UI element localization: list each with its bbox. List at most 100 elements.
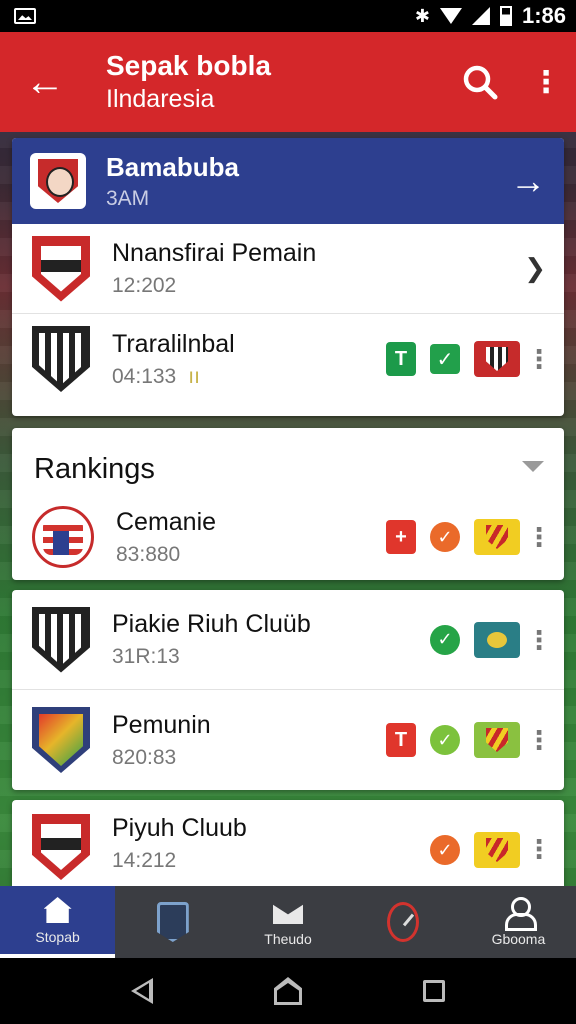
status-time: 1:86 bbox=[521, 3, 566, 28]
nav-item-label: Theudo bbox=[264, 931, 312, 947]
more-vert-icon[interactable]: ⋮ bbox=[526, 524, 552, 550]
nav-item-label: Stopab bbox=[35, 929, 80, 945]
status-badges: ✓ bbox=[430, 621, 520, 658]
nav-item-label: Gbooma bbox=[491, 931, 546, 947]
list-item-time: 820:83 bbox=[112, 745, 177, 769]
list-item-title: Traralilnbal bbox=[112, 329, 235, 358]
arrow-right-icon[interactable]: → bbox=[510, 160, 546, 202]
status-badge: T bbox=[386, 723, 416, 757]
rankings-header[interactable]: Rankings bbox=[12, 428, 564, 494]
club-shield-icon bbox=[32, 606, 90, 673]
list-item[interactable]: Cemanie 83:880 + ✓ ⋮ bbox=[12, 494, 564, 580]
system-back-icon[interactable] bbox=[130, 978, 153, 1004]
bluetooth-icon: ✱ bbox=[414, 5, 430, 26]
nav-item-profile[interactable]: Gbooma bbox=[461, 886, 576, 958]
system-recents-icon[interactable] bbox=[423, 980, 446, 1002]
list-item-extra: ıı bbox=[188, 364, 200, 388]
section-title: Rankings bbox=[34, 453, 155, 485]
club-shield-icon bbox=[32, 707, 90, 773]
more-vert-icon[interactable]: ⋮ bbox=[526, 346, 552, 372]
club-shield-icon bbox=[32, 235, 90, 302]
club-crest-icon bbox=[474, 519, 520, 555]
club-shield-icon bbox=[32, 326, 90, 392]
list-item-text: Piyuh Cluub 14:212 bbox=[90, 814, 430, 873]
wifi-icon bbox=[439, 8, 462, 24]
list-item-title: Piakie Riuh Cluüb bbox=[112, 610, 311, 638]
list-item-text: Pemunin 820:83 bbox=[90, 711, 386, 770]
club-crest-icon bbox=[474, 621, 520, 658]
nav-item-home[interactable]: Stopab bbox=[0, 886, 116, 958]
feed-card-header-text: Bamabuba 3AM bbox=[86, 152, 510, 211]
signal-icon bbox=[471, 7, 490, 25]
club-crest-icon bbox=[474, 341, 520, 377]
list-item-title: Nnansfirai Pemain bbox=[112, 239, 317, 267]
list-item-time: 04:133 bbox=[112, 364, 177, 388]
list-item-time: 12:202 bbox=[112, 274, 177, 297]
app-title: Sepak bobla bbox=[106, 50, 271, 81]
status-badge: T bbox=[386, 342, 416, 376]
system-navigation bbox=[0, 958, 576, 1024]
list-item-title: Pemunin bbox=[112, 710, 211, 739]
check-icon: ✓ bbox=[430, 344, 460, 374]
club-crest-icon bbox=[30, 153, 86, 209]
clubs-card: Piakie Riuh Cluüb 31R:13 ✓ ⋮ Pemunin 820… bbox=[12, 590, 564, 790]
gallery-notification-icon bbox=[14, 8, 36, 24]
club-crest-icon bbox=[474, 722, 520, 758]
nav-item-schedule[interactable] bbox=[346, 886, 461, 958]
list-item-text: Traralilnbal 04:133 ıı bbox=[90, 330, 386, 389]
battery-icon bbox=[499, 6, 512, 26]
list-item[interactable]: Traralilnbal 04:133 ıı T ✓ ⋮ bbox=[12, 314, 564, 404]
list-item-time: 31R:13 bbox=[112, 645, 180, 668]
status-bar: ✱ 1:86 bbox=[0, 0, 576, 32]
club-shield-icon bbox=[32, 814, 90, 880]
search-icon bbox=[463, 65, 498, 100]
person-icon bbox=[503, 897, 538, 931]
badge-icon bbox=[156, 902, 189, 942]
rankings-card: Rankings Cemanie 83:880 + ✓ ⋮ bbox=[12, 428, 564, 580]
list-item-text: Nnansfirai Pemain 12:202 bbox=[90, 239, 524, 298]
app-bar: ← Sepak bobla Ilndaresia ⋮ bbox=[0, 32, 576, 132]
check-icon: ✓ bbox=[430, 624, 460, 655]
overflow-menu-button[interactable]: ⋮ bbox=[516, 32, 576, 132]
more-vert-icon: ⋮ bbox=[531, 65, 561, 99]
status-badge: + bbox=[386, 520, 416, 554]
chevron-right-icon[interactable]: ❯ bbox=[524, 253, 546, 284]
list-item-text: Cemanie 83:880 bbox=[94, 508, 386, 567]
nav-item-messages[interactable]: Theudo bbox=[230, 886, 345, 958]
list-item[interactable]: Pemunin 820:83 T ✓ ⋮ bbox=[12, 690, 564, 790]
back-button[interactable]: ← bbox=[0, 32, 90, 132]
list-item-time: 83:880 bbox=[116, 542, 181, 566]
more-vert-icon[interactable]: ⋮ bbox=[526, 627, 552, 653]
app-subtitle: Ilndaresia bbox=[106, 85, 215, 113]
search-button[interactable] bbox=[444, 32, 516, 132]
feed-card-subtitle: 3AM bbox=[106, 186, 150, 210]
list-item-time: 14:212 bbox=[112, 849, 177, 872]
status-badges: + ✓ bbox=[386, 519, 520, 555]
mail-icon bbox=[273, 904, 303, 924]
system-home-icon[interactable] bbox=[273, 977, 302, 1005]
feed-card-header[interactable]: Bamabuba 3AM → bbox=[12, 138, 564, 224]
status-badges: T ✓ bbox=[386, 341, 520, 377]
caret-down-icon[interactable] bbox=[522, 461, 544, 472]
status-icons: ✱ 1:86 bbox=[415, 3, 566, 29]
list-item[interactable]: Piyuh Cluub 14:212 ✓ ⋮ bbox=[12, 800, 564, 886]
check-icon: ✓ bbox=[430, 835, 460, 865]
check-icon: ✓ bbox=[430, 725, 460, 755]
list-item[interactable]: Piakie Riuh Cluüb 31R:13 ✓ ⋮ bbox=[12, 590, 564, 690]
feed-card: Bamabuba 3AM → Nnansfirai Pemain 12:202 … bbox=[12, 138, 564, 416]
more-vert-icon[interactable]: ⋮ bbox=[526, 836, 552, 862]
club-crest-icon bbox=[32, 506, 94, 568]
nav-item-badge[interactable] bbox=[115, 886, 230, 958]
status-badges: ✓ bbox=[430, 832, 520, 868]
list-item-time-line: 04:133 ıı bbox=[112, 365, 386, 389]
arrow-left-icon: ← bbox=[25, 59, 65, 104]
feed-card-title: Bamabuba bbox=[106, 151, 239, 182]
clubs-card-2: Piyuh Cluub 14:212 ✓ ⋮ bbox=[12, 800, 564, 886]
more-vert-icon[interactable]: ⋮ bbox=[526, 727, 552, 753]
list-item[interactable]: Nnansfirai Pemain 12:202 ❯ bbox=[12, 224, 564, 314]
app-bar-titles: Sepak bobla Ilndaresia bbox=[90, 49, 444, 115]
status-badges: T ✓ bbox=[386, 722, 520, 758]
home-icon bbox=[43, 897, 72, 923]
bottom-navigation: Stopab Theudo Gbooma bbox=[0, 886, 576, 958]
clock-icon bbox=[387, 902, 420, 942]
